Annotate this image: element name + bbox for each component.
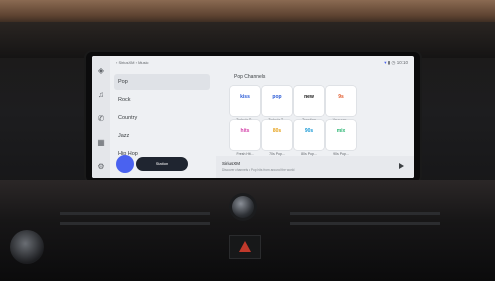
breadcrumb-app: SiriusXM <box>118 60 135 65</box>
breadcrumb[interactable]: ‹ SiriusXM › Music <box>116 60 149 65</box>
channel-tile[interactable]: mix 90s Pop... <box>326 120 356 156</box>
now-playing-title: SiriusXM <box>222 161 241 166</box>
channel-tile[interactable]: 9s Your pop... <box>326 86 356 122</box>
channel-logo: 9s <box>338 94 344 100</box>
section-title: Pop Channels <box>234 74 266 80</box>
channel-logo: new <box>304 94 314 100</box>
assistant-button[interactable] <box>116 155 134 173</box>
vent-slat <box>60 212 210 215</box>
apps-icon[interactable]: ▦ <box>96 138 106 148</box>
station-pill-button[interactable]: Station <box>136 157 188 171</box>
hazard-icon <box>239 241 251 252</box>
nav-item-jazz[interactable]: Jazz <box>114 128 210 144</box>
hazard-button[interactable] <box>230 236 260 258</box>
maps-icon[interactable]: ◈ <box>96 66 106 76</box>
channel-logo: pop <box>272 94 282 100</box>
channel-tile[interactable]: 80s 70s Pop... <box>262 120 292 156</box>
signal-icon: ▮ <box>387 60 391 65</box>
vent-slat <box>290 222 440 225</box>
channel-logo: mix <box>336 128 346 134</box>
vent-slat <box>290 212 440 215</box>
channel-logo: kiss <box>240 94 250 100</box>
channel-tile[interactable]: kiss Today's P... <box>230 86 260 122</box>
channel-tile[interactable]: pop Today's T... <box>262 86 292 122</box>
play-icon[interactable] <box>399 163 404 169</box>
volume-knob[interactable] <box>232 196 254 218</box>
channel-logo: 80s <box>272 128 282 134</box>
channel-tile[interactable]: 90s 80s Pop... <box>294 120 324 156</box>
breadcrumb-section: Music <box>138 60 149 65</box>
clock-icon: ◷ <box>391 60 396 65</box>
wifi-icon: ▾ <box>384 60 387 65</box>
start-button[interactable] <box>10 230 44 264</box>
vent-slat <box>60 222 210 225</box>
lower-dashboard <box>0 180 495 281</box>
clock-time: 10:10 <box>396 60 408 65</box>
channel-tile[interactable]: new Trending <box>294 86 324 122</box>
status-bar: ▾ ▮ ◷ 10:10 <box>384 60 408 66</box>
channel-logo: hits <box>240 128 250 134</box>
app-rail: ◈ ♫ ✆ ▦ ⚙ <box>92 56 110 178</box>
settings-icon[interactable]: ⚙ <box>96 162 106 172</box>
car-dashboard-photo: ◈ ♫ ✆ ▦ ⚙ ‹ SiriusXM › Music Pop Rock Co… <box>0 0 495 281</box>
phone-icon[interactable]: ✆ <box>96 114 106 124</box>
channel-logo: 90s <box>304 128 314 134</box>
now-playing-subtitle: Discover channels • Pop hits from around… <box>222 168 295 172</box>
music-icon[interactable]: ♫ <box>96 90 106 100</box>
content-area: ▾ ▮ ◷ 10:10 Pop Channels kiss Today's P.… <box>216 56 414 178</box>
channel-tile[interactable]: hits Fresh Hit... <box>230 120 260 156</box>
nav-item-rock[interactable]: Rock <box>114 92 210 108</box>
now-playing-bar[interactable]: SiriusXM Discover channels • Pop hits fr… <box>216 156 414 178</box>
nav-item-pop[interactable]: Pop <box>114 74 210 90</box>
android-auto-screen: ◈ ♫ ✆ ▦ ⚙ ‹ SiriusXM › Music Pop Rock Co… <box>92 56 414 178</box>
nav-item-country[interactable]: Country <box>114 110 210 126</box>
